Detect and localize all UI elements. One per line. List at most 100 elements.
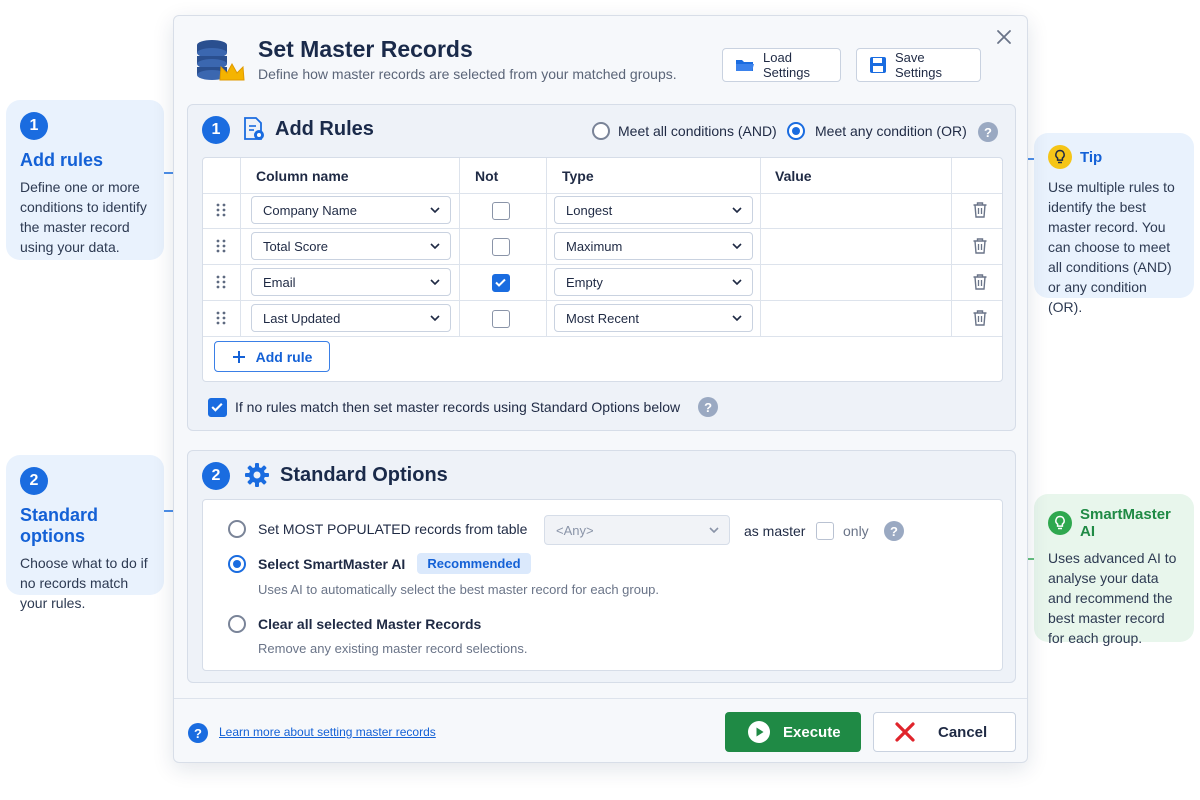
page-subtitle: Define how master records are selected f… [258,66,677,82]
callout-add-rules: 1 Add rules Define one or more condition… [6,100,164,260]
match-any-option[interactable]: Meet any condition (OR) [787,122,967,140]
drag-handle-icon[interactable] [216,311,226,325]
only-label: only [843,523,869,539]
clear-description: Remove any existing master record select… [258,641,528,656]
folder-icon [735,57,755,73]
clear-option[interactable]: Clear all selected Master Records [228,615,481,633]
callout-smartmaster: SmartMaster AI Uses advanced AI to analy… [1034,494,1194,646]
add-rule-label: Add rule [255,348,313,365]
most-populated-option[interactable]: Set MOST POPULATED records from table [228,520,527,538]
cancel-label: Cancel [938,723,988,741]
close-icon [894,721,916,743]
match-all-option[interactable]: Meet all conditions (AND) [592,122,777,140]
delete-icon[interactable] [972,309,988,327]
fallback-option[interactable]: If no rules match then set master record… [208,397,719,417]
column-divider [459,158,460,336]
database-crown-icon [194,36,248,84]
column-name-select[interactable]: Email [251,268,451,296]
not-checkbox[interactable] [492,238,510,256]
only-checkbox[interactable] [816,522,834,540]
load-settings-button[interactable]: Load Settings [722,48,841,82]
help-icon[interactable]: ? [978,122,998,142]
column-header-value: Value [775,168,812,184]
standard-options-panel: Set MOST POPULATED records from table <A… [202,499,1003,671]
match-all-radio[interactable] [592,122,610,140]
chevron-down-icon [732,243,742,249]
drag-handle-icon[interactable] [216,203,226,217]
drag-handle-icon[interactable] [216,275,226,289]
type-select[interactable]: Maximum [554,232,753,260]
not-checkbox[interactable] [492,274,510,292]
callout-number: 1 [20,112,48,140]
gear-icon [244,462,270,488]
page-title: Set Master Records [258,36,473,62]
set-master-records-dialog: Set Master Records Define how master rec… [173,15,1028,763]
callout-text: Use multiple rules to identify the best … [1048,179,1175,315]
as-master-label: as master [744,523,806,539]
table-select[interactable]: <Any> [544,515,730,545]
match-any-label: Meet any condition (OR) [815,123,967,139]
clear-label: Clear all selected Master Records [258,616,482,632]
delete-icon[interactable] [972,237,988,255]
rules-document-icon [242,116,266,142]
execute-button[interactable]: Execute [725,712,861,752]
cancel-button[interactable]: Cancel [873,712,1016,752]
standard-options-section: 2 Standard Options Set MOST POPULATED re… [187,450,1016,683]
column-name-select[interactable]: Last Updated [251,304,451,332]
callout-title: Add rules [20,150,104,170]
most-populated-label: Set MOST POPULATED records from table [258,521,528,537]
smartmaster-radio[interactable] [228,554,246,573]
column-divider [951,158,952,336]
column-divider [760,158,761,336]
row-divider [203,228,1002,229]
match-all-label: Meet all conditions (AND) [618,123,777,139]
delete-icon[interactable] [972,201,988,219]
column-divider [546,158,547,336]
column-name-value: Email [263,274,296,290]
clear-radio[interactable] [228,615,246,633]
type-select[interactable]: Most Recent [554,304,753,332]
fallback-checkbox[interactable] [208,397,227,417]
column-name-select[interactable]: Company Name [251,196,451,224]
lightbulb-icon [1048,145,1072,169]
drag-handle-icon[interactable] [216,239,226,253]
row-divider [203,336,1002,337]
chevron-down-icon [709,527,719,533]
learn-more-link[interactable]: Learn more about setting master records [219,725,436,739]
not-checkbox[interactable] [492,310,510,328]
add-rules-section: 1 Add Rules Meet all conditions (AND) Me… [187,104,1016,431]
chevron-down-icon [430,207,440,213]
chevron-down-icon [430,243,440,249]
chevron-down-icon [732,279,742,285]
column-header-type: Type [562,168,594,184]
delete-icon[interactable] [972,273,988,291]
callout-text: Define one or more conditions to identif… [20,179,147,255]
column-name-select[interactable]: Total Score [251,232,451,260]
not-checkbox[interactable] [492,202,510,220]
callout-title: Tip [1080,148,1103,166]
recommended-badge: Recommended [417,553,531,574]
add-rule-button[interactable]: Add rule [214,341,330,372]
row-divider [203,193,1002,194]
play-icon [747,720,771,744]
help-icon[interactable]: ? [188,723,208,743]
match-any-radio[interactable] [787,122,805,140]
floppy-disk-icon [869,56,887,74]
help-icon[interactable]: ? [698,397,719,417]
close-icon[interactable] [993,26,1015,48]
type-value: Most Recent [566,310,639,326]
column-name-value: Last Updated [263,310,341,326]
rules-table: Column name Not Type Value Company Name … [202,157,1003,382]
section-title: Add Rules [275,118,374,140]
save-settings-button[interactable]: Save Settings [856,48,981,82]
smartmaster-label: Select SmartMaster AI [258,555,406,572]
callout-tip: Tip Use multiple rules to identify the b… [1034,133,1194,315]
save-settings-label: Save Settings [895,50,942,80]
type-select[interactable]: Longest [554,196,753,224]
type-select[interactable]: Empty [554,268,753,296]
smartmaster-option[interactable]: Select SmartMaster AI Recommended [228,553,531,574]
help-icon[interactable]: ? [884,521,904,541]
most-populated-radio[interactable] [228,520,246,538]
lightbulb-icon [1048,511,1072,535]
plus-icon [232,350,246,364]
